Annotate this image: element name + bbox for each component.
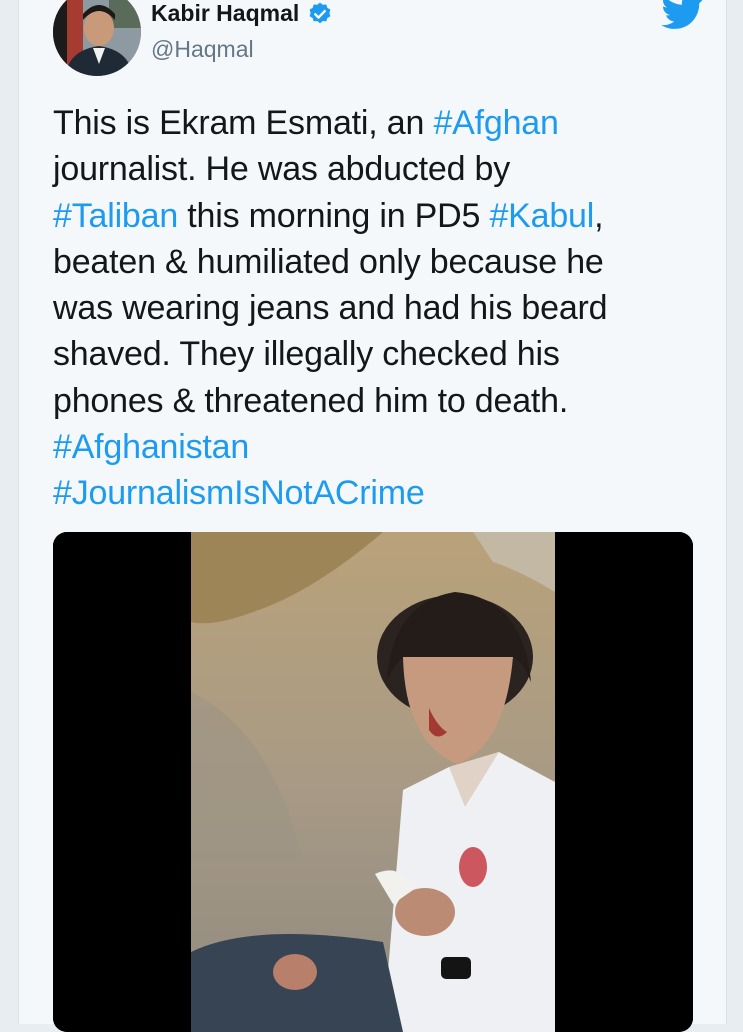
- hashtag-link[interactable]: #Afghan: [433, 104, 558, 142]
- tweet-header: Kabir Haqmal @Haqmal: [51, 0, 731, 78]
- hashtag-link[interactable]: #Afghanistan: [53, 428, 249, 466]
- hashtag-link[interactable]: #JournalismIsNotACrime: [53, 474, 425, 512]
- name-row: Kabir Haqmal: [151, 0, 333, 27]
- tweet-text-segment: journalist. He was abducted by: [53, 150, 511, 189]
- twitter-bird-icon[interactable]: [661, 0, 705, 30]
- video-frame: [53, 532, 693, 1032]
- hashtag-link[interactable]: #Taliban: [53, 197, 178, 235]
- avatar[interactable]: [53, 0, 141, 76]
- hashtag-link[interactable]: #Kabul: [489, 197, 594, 235]
- tweet-card: Kabir Haqmal @Haqmal This is Ekram Esmat…: [18, 0, 727, 1032]
- tweet-text: This is Ekram Esmati, an #Afghan journal…: [53, 100, 693, 517]
- tweet-text-segment: This is Ekram Esmati, an: [53, 104, 434, 142]
- user-handle[interactable]: @Haqmal: [151, 36, 254, 63]
- verified-badge-icon: [309, 2, 331, 23]
- tweet-text-segment: this morning in PD5: [178, 196, 490, 235]
- display-name[interactable]: Kabir Haqmal: [151, 0, 299, 27]
- tweet-video[interactable]: [53, 532, 693, 1032]
